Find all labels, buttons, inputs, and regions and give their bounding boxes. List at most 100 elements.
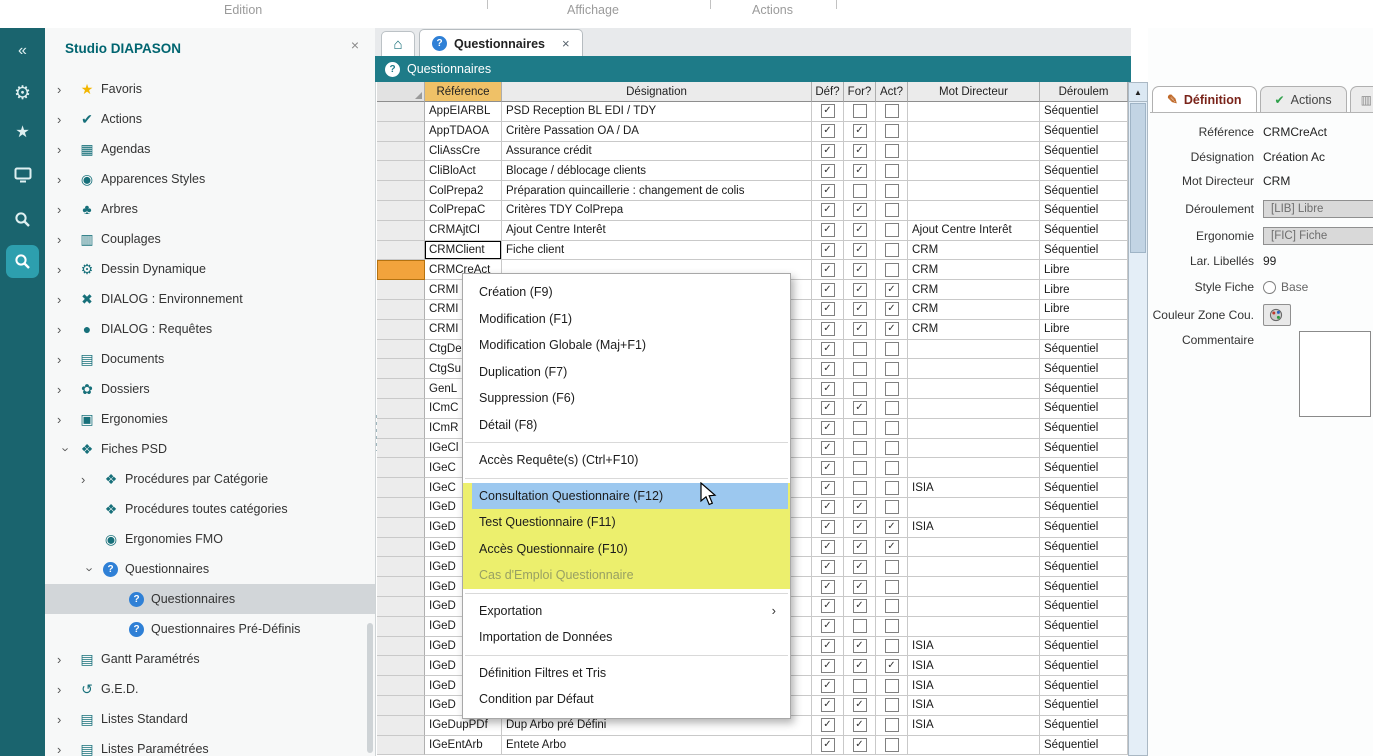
checked-checkbox-icon[interactable]: ✓ — [821, 184, 835, 198]
chevron-icon[interactable]: › — [57, 292, 75, 307]
field-dropdown[interactable]: [LIB] Libre — [1263, 200, 1373, 218]
row-selector[interactable] — [377, 201, 425, 221]
checked-checkbox-icon[interactable]: ✓ — [821, 481, 835, 495]
checked-checkbox-icon[interactable]: ✓ — [853, 283, 867, 297]
cell-checkbox[interactable] — [876, 241, 908, 261]
cell-deroulement[interactable]: Séquentiel — [1040, 676, 1128, 696]
tab-close-icon[interactable]: × — [562, 36, 570, 51]
unchecked-checkbox-icon[interactable] — [885, 500, 899, 514]
unchecked-checkbox-icon[interactable] — [853, 362, 867, 376]
chevron-icon[interactable]: › — [57, 742, 75, 756]
cell-mot-directeur[interactable] — [908, 557, 1040, 577]
cell-checkbox[interactable] — [876, 201, 908, 221]
cell-checkbox[interactable]: ✓ — [876, 518, 908, 538]
cell-mot-directeur[interactable]: CRM — [908, 320, 1040, 340]
checked-checkbox-icon[interactable]: ✓ — [821, 619, 835, 633]
menu-item-modification-f1[interactable]: Modification (F1) — [463, 306, 790, 333]
tree-item-favoris[interactable]: ›★Favoris — [45, 74, 375, 104]
cell-deroulement[interactable]: Séquentiel — [1040, 201, 1128, 221]
tree-item-agendas[interactable]: ›▦Agendas — [45, 134, 375, 164]
cell-checkbox[interactable]: ✓ — [812, 498, 844, 518]
cell-deroulement[interactable]: Séquentiel — [1040, 656, 1128, 676]
tree-item-questionnaires[interactable]: ›?Questionnaires — [45, 554, 375, 584]
menu-item-modification-globale-maj-f1[interactable]: Modification Globale (Maj+F1) — [463, 332, 790, 359]
unchecked-checkbox-icon[interactable] — [885, 421, 899, 435]
row-selector[interactable] — [377, 538, 425, 558]
cell-checkbox[interactable] — [876, 359, 908, 379]
checked-checkbox-icon[interactable]: ✓ — [853, 580, 867, 594]
cell-checkbox[interactable]: ✓ — [844, 597, 876, 617]
cell-checkbox[interactable]: ✓ — [812, 221, 844, 241]
cell-deroulement[interactable]: Séquentiel — [1040, 637, 1128, 657]
checked-checkbox-icon[interactable]: ✓ — [853, 659, 867, 673]
row-selector[interactable] — [377, 320, 425, 340]
cell-checkbox[interactable] — [876, 102, 908, 122]
row-selector[interactable] — [377, 458, 425, 478]
cell-checkbox[interactable] — [844, 419, 876, 439]
tree-item-questionnaires-pr-d-finis[interactable]: ?Questionnaires Pré-Définis — [45, 614, 375, 644]
unchecked-checkbox-icon[interactable] — [853, 679, 867, 693]
unchecked-checkbox-icon[interactable] — [885, 203, 899, 217]
cell-checkbox[interactable]: ✓ — [844, 557, 876, 577]
checked-checkbox-icon[interactable]: ✓ — [853, 243, 867, 257]
tree-item-listes-standard[interactable]: ›▤Listes Standard — [45, 704, 375, 734]
cell-checkbox[interactable]: ✓ — [844, 696, 876, 716]
cell-deroulement[interactable]: Séquentiel — [1040, 419, 1128, 439]
table-row[interactable]: CliAssCreAssurance crédit✓✓Séquentiel — [377, 142, 1128, 162]
cell-mot-directeur[interactable] — [908, 201, 1040, 221]
row-selector[interactable] — [377, 617, 425, 637]
cell-checkbox[interactable]: ✓ — [844, 498, 876, 518]
cell-checkbox[interactable]: ✓ — [844, 241, 876, 261]
checked-checkbox-icon[interactable]: ✓ — [853, 520, 867, 534]
unchecked-checkbox-icon[interactable] — [885, 441, 899, 455]
row-selector[interactable] — [377, 419, 425, 439]
checked-checkbox-icon[interactable]: ✓ — [821, 698, 835, 712]
cell-reference[interactable]: ColPrepaC — [425, 201, 502, 221]
cell-designation[interactable]: PSD Reception BL EDI / TDY — [502, 102, 812, 122]
checked-checkbox-icon[interactable]: ✓ — [821, 421, 835, 435]
tree-item-questionnaires[interactable]: ?Questionnaires — [45, 584, 375, 614]
cell-mot-directeur[interactable]: ISIA — [908, 518, 1040, 538]
checked-checkbox-icon[interactable]: ✓ — [853, 698, 867, 712]
cell-checkbox[interactable] — [876, 419, 908, 439]
cell-checkbox[interactable] — [876, 181, 908, 201]
chevron-icon[interactable]: › — [57, 142, 75, 157]
cell-deroulement[interactable]: Séquentiel — [1040, 122, 1128, 142]
unchecked-checkbox-icon[interactable] — [853, 619, 867, 633]
checked-checkbox-icon[interactable]: ✓ — [853, 639, 867, 653]
cell-reference[interactable]: ColPrepa2 — [425, 181, 502, 201]
cell-deroulement[interactable]: Séquentiel — [1040, 617, 1128, 637]
checked-checkbox-icon[interactable]: ✓ — [853, 540, 867, 554]
row-selector[interactable] — [377, 716, 425, 736]
row-selector[interactable] — [377, 142, 425, 162]
checked-checkbox-icon[interactable]: ✓ — [821, 322, 835, 336]
chevron-icon[interactable]: › — [57, 232, 75, 247]
row-selector[interactable] — [377, 518, 425, 538]
cell-checkbox[interactable]: ✓ — [812, 557, 844, 577]
tree-item-proc-dures-toutes-cat-gories[interactable]: ❖Procédures toutes catégories — [45, 494, 375, 524]
cell-checkbox[interactable]: ✓ — [812, 142, 844, 162]
table-row[interactable]: AppEIARBLPSD Reception BL EDI / TDY✓Séqu… — [377, 102, 1128, 122]
cell-checkbox[interactable]: ✓ — [812, 122, 844, 142]
table-row[interactable]: AppTDAOACritère Passation OA / DA✓✓Séque… — [377, 122, 1128, 142]
unchecked-checkbox-icon[interactable] — [885, 679, 899, 693]
tree-item-dialog-requ-tes[interactable]: ›●DIALOG : Requêtes — [45, 314, 375, 344]
checked-checkbox-icon[interactable]: ✓ — [821, 362, 835, 376]
chevron-icon[interactable]: › — [57, 682, 75, 697]
row-selector[interactable] — [377, 359, 425, 379]
unchecked-checkbox-icon[interactable] — [885, 401, 899, 415]
unchecked-checkbox-icon[interactable] — [885, 164, 899, 178]
checked-checkbox-icon[interactable]: ✓ — [821, 164, 835, 178]
cell-mot-directeur[interactable]: ISIA — [908, 637, 1040, 657]
row-selector[interactable] — [377, 439, 425, 459]
column-header-for[interactable]: For? — [844, 82, 876, 102]
checked-checkbox-icon[interactable]: ✓ — [853, 401, 867, 415]
cell-checkbox[interactable]: ✓ — [812, 340, 844, 360]
cell-mot-directeur[interactable] — [908, 538, 1040, 558]
cell-deroulement[interactable]: Séquentiel — [1040, 439, 1128, 459]
unchecked-checkbox-icon[interactable] — [885, 243, 899, 257]
row-selector[interactable] — [377, 696, 425, 716]
cell-deroulement[interactable]: Libre — [1040, 260, 1128, 280]
tree-item-listes-param-tr-es[interactable]: ›▤Listes Paramétrées — [45, 734, 375, 756]
row-selector[interactable] — [377, 736, 425, 756]
